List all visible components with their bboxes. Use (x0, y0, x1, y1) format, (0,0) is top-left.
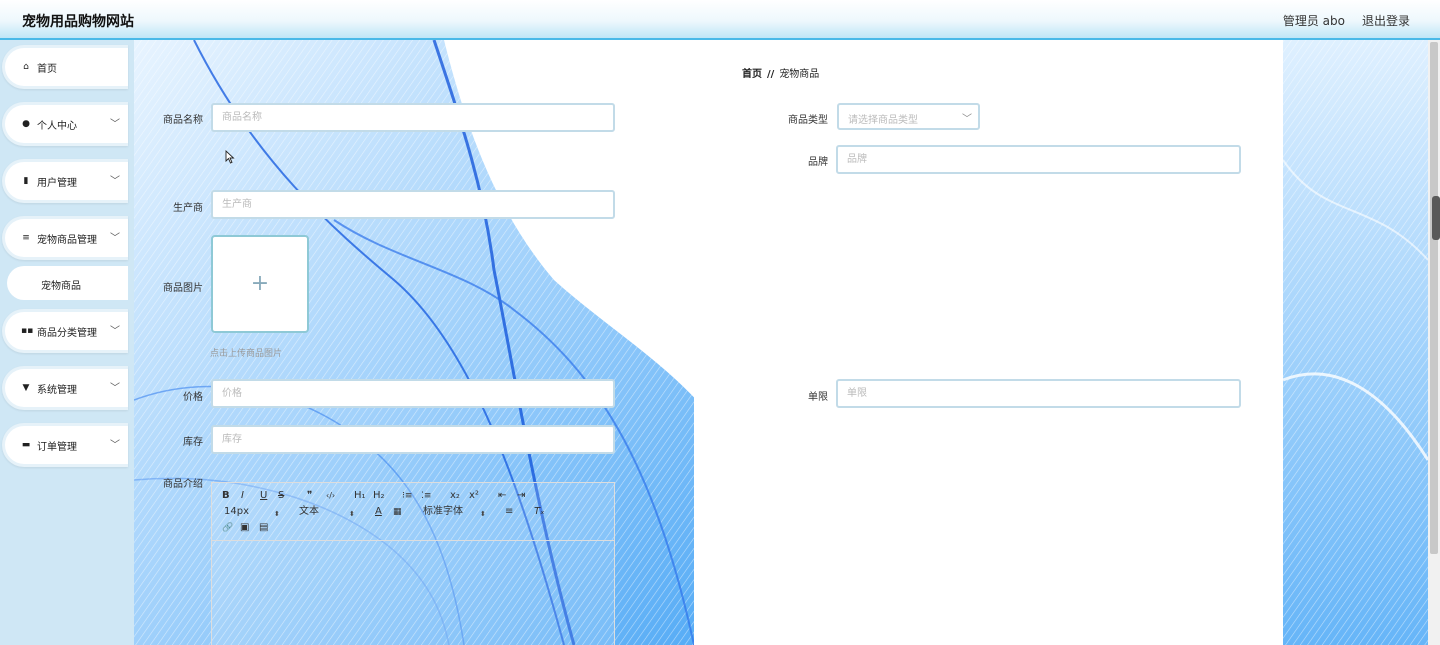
sidebar-item-system[interactable]: ▼ 系统管理 ﹀ (2, 366, 128, 410)
sidebar-item-label: 用户管理 (37, 178, 77, 189)
chevron-down-icon: ﹀ (110, 383, 120, 394)
grid-icon: ▪▪ (21, 326, 34, 336)
editor-toolbar: B I U S ❞ ‹/› H₁ H₂ ⁝≡ ⁚≡ x₂ x² ⇤ ⇥ 14px… (212, 483, 614, 541)
sidebar-item-label: 个人中心 (37, 121, 77, 132)
quote-button[interactable]: ❞ (307, 490, 312, 502)
clear-format-button[interactable]: Tₓ (534, 506, 545, 518)
sidebar-item-label: 订单管理 (37, 442, 77, 453)
heading-value: 文本 (299, 506, 319, 517)
image-upload-box[interactable]: + (211, 235, 309, 333)
font-family-value: 标准字体 (423, 506, 463, 517)
current-user-label: 管理员 abo (1282, 14, 1345, 28)
scrollbar-grip[interactable] (1432, 196, 1440, 240)
font-size-value: 14px (224, 506, 249, 517)
outdent-button[interactable]: ⇤ (498, 490, 506, 502)
user-icon: ● (22, 119, 30, 129)
sidebar-item-label: 首页 (37, 64, 57, 75)
logout-link[interactable]: 退出登录 (1362, 12, 1410, 29)
product-type-select[interactable]: 请选择商品类型 ﹀ (837, 103, 980, 130)
font-color-button[interactable]: A (375, 506, 382, 518)
italic-button[interactable]: I (241, 490, 244, 502)
breadcrumb-separator: // (767, 69, 775, 80)
code-button[interactable]: ‹/› (326, 490, 335, 502)
align-button[interactable]: ≡ (505, 506, 513, 518)
image-label: 商品图片 (163, 283, 203, 294)
bar-chart-icon: ▮ (23, 176, 29, 186)
app-title: 宠物用品购物网站 (22, 14, 134, 30)
page-scrollbar[interactable] (1428, 40, 1440, 645)
stock-label: 库存 (183, 437, 203, 448)
bullet-list-button[interactable]: ⁚≡ (421, 490, 431, 502)
chevron-down-icon: ﹀ (110, 440, 120, 451)
filter-icon: ▼ (22, 383, 30, 393)
chevron-down-icon: ﹀ (110, 176, 120, 187)
sidebar-item-orders[interactable]: ▬ 订单管理 ﹀ (2, 423, 128, 467)
dropdown-arrows-icon: ⬍ (480, 510, 486, 518)
heading-select[interactable]: 文本 ⬍ (299, 506, 355, 518)
mouse-cursor-icon (225, 150, 235, 164)
link-button[interactable]: 🔗 (222, 522, 233, 534)
breadcrumb-current: 宠物商品 (779, 69, 820, 80)
maker-input[interactable] (211, 190, 615, 219)
type-label: 商品类型 (788, 115, 828, 126)
superscript-button[interactable]: x² (469, 490, 479, 502)
breadcrumb-home[interactable]: 首页 (742, 69, 762, 80)
home-icon: ⌂ (23, 62, 29, 72)
dropdown-arrows-icon: ⬍ (349, 510, 355, 518)
sidebar-item-label: 系统管理 (37, 385, 77, 396)
sidebar-subitem-pet-goods[interactable]: 宠物商品 (7, 266, 128, 300)
chevron-down-icon: ﹀ (110, 326, 120, 337)
ordered-list-button[interactable]: ⁝≡ (402, 490, 412, 502)
brand-input[interactable] (836, 145, 1241, 174)
sidebar-item-users[interactable]: ▮ 用户管理 ﹀ (2, 159, 128, 203)
price-label: 价格 (183, 392, 203, 403)
sidebar-item-categories[interactable]: ▪▪ 商品分类管理 ﹀ (2, 309, 128, 353)
sidebar-item-label: 商品分类管理 (37, 328, 97, 339)
intro-label: 商品介绍 (163, 479, 203, 490)
bold-button[interactable]: B (222, 490, 230, 502)
chevron-down-icon: ﹀ (110, 233, 120, 244)
top-header: 宠物用品购物网站 管理员 abo 退出登录 (0, 0, 1440, 40)
list-icon: ≡ (22, 233, 30, 243)
chevron-down-icon: ﹀ (110, 119, 120, 130)
limit-input[interactable] (836, 379, 1241, 408)
sidebar-item-profile[interactable]: ● 个人中心 ﹀ (2, 102, 128, 146)
font-size-select[interactable]: 14px ⬍ (224, 506, 280, 518)
h2-button[interactable]: H₂ (373, 490, 385, 502)
select-placeholder: 请选择商品类型 (848, 115, 918, 126)
sidebar-item-home[interactable]: ⌂ 首页 (2, 45, 128, 89)
sidebar-item-pet-goods[interactable]: ≡ 宠物商品管理 ﹀ (2, 216, 128, 260)
indent-button[interactable]: ⇥ (517, 490, 525, 502)
comment-icon: ▬ (21, 440, 31, 450)
underline-button[interactable]: U (260, 490, 267, 502)
breadcrumb: 首页 // 宠物商品 (742, 65, 819, 80)
scrollbar-thumb[interactable] (1430, 42, 1438, 554)
video-button[interactable]: ▤ (259, 522, 268, 534)
strike-button[interactable]: S (278, 490, 284, 502)
brand-label: 品牌 (808, 157, 828, 168)
image-button[interactable]: ▣ (240, 522, 249, 534)
name-label: 商品名称 (163, 115, 203, 126)
sidebar: ⌂ 首页 ● 个人中心 ﹀ ▮ 用户管理 ﹀ ≡ 宠物商品管理 ﹀ 宠物商品 ▪… (0, 40, 134, 645)
product-name-input[interactable] (211, 103, 615, 132)
rich-text-editor[interactable]: B I U S ❞ ‹/› H₁ H₂ ⁝≡ ⁚≡ x₂ x² ⇤ ⇥ 14px… (211, 482, 615, 645)
limit-label: 单限 (808, 392, 828, 403)
upload-hint: 点击上传商品图片 (210, 349, 283, 359)
chevron-down-icon: ﹀ (962, 114, 972, 125)
background-color-button[interactable]: ▦ (393, 506, 402, 518)
sidebar-item-label: 宠物商品管理 (37, 235, 97, 246)
subscript-button[interactable]: x₂ (450, 490, 460, 502)
sidebar-subitem-label: 宠物商品 (41, 281, 81, 292)
plus-icon: + (250, 271, 270, 296)
stock-input[interactable] (211, 425, 615, 454)
maker-label: 生产商 (173, 203, 203, 214)
dropdown-arrows-icon: ⬍ (274, 510, 280, 518)
font-family-select[interactable]: 标准字体 ⬍ (423, 506, 486, 518)
price-input[interactable] (211, 379, 615, 408)
h1-button[interactable]: H₁ (354, 490, 366, 502)
